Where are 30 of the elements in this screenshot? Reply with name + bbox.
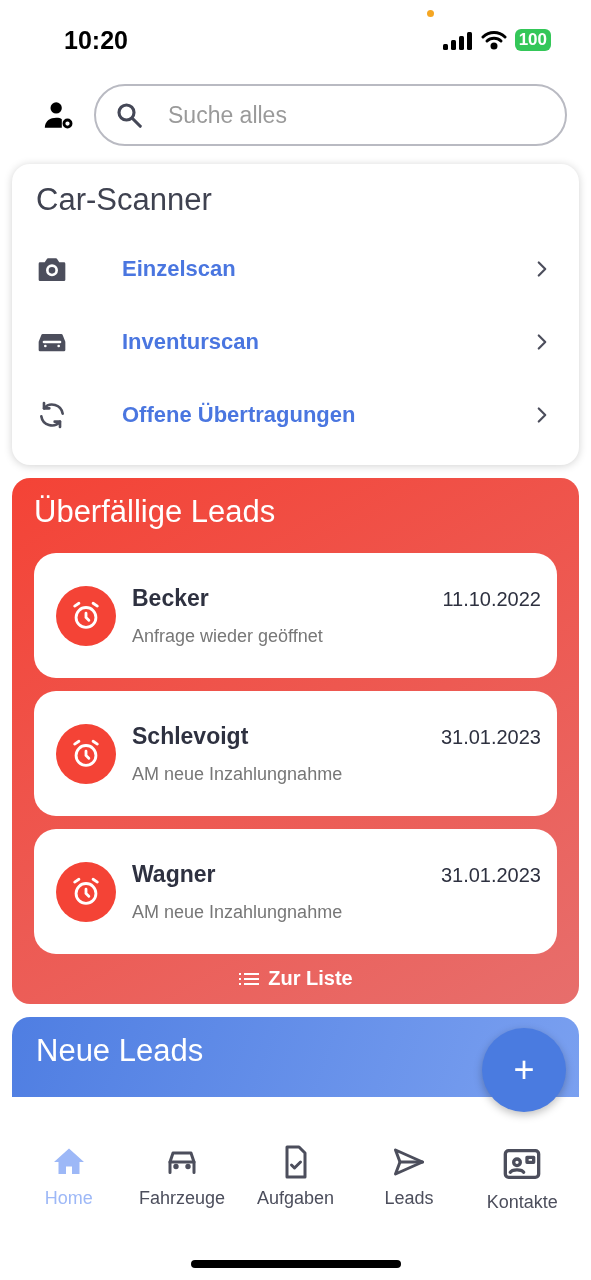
card-title: Überfällige Leads — [34, 494, 277, 530]
lead-card[interactable]: Becker 11.10.2022 Anfrage wieder geöffnet — [34, 553, 557, 678]
lead-note: AM neue Inzahlungnahme — [132, 763, 344, 785]
battery-level: 100 — [514, 29, 551, 51]
privacy-indicator — [427, 10, 434, 17]
lead-card[interactable]: Wagner 31.01.2023 AM neue Inzahlungnahme — [34, 829, 557, 954]
lead-name: Wagner — [132, 860, 216, 888]
search-icon — [114, 100, 144, 130]
nav-tab[interactable]: Leads — [352, 1144, 466, 1209]
nav-tab[interactable]: Fahrzeuge — [125, 1144, 239, 1209]
nav-tab[interactable]: Aufgaben — [238, 1144, 353, 1209]
signal-icon — [442, 30, 473, 50]
status-time: 10:20 — [64, 25, 128, 55]
lead-card[interactable]: Schlevoigt 31.01.2023 AM neue Inzahlungnahme — [34, 691, 557, 816]
scanner-link[interactable]: Inventurscan — [122, 328, 475, 355]
card-title: Car-Scanner — [36, 182, 213, 218]
lead-note: AM neue Inzahlungnahme — [132, 901, 344, 923]
lead-note: Anfrage wieder geöffnet — [132, 625, 324, 647]
lead-name: Schlevoigt — [132, 722, 249, 750]
nav-tab[interactable]: Kontakte — [465, 1144, 580, 1213]
lead-name: Becker — [132, 584, 209, 612]
list-icon — [238, 970, 261, 987]
search-field[interactable]: Suche alles — [94, 84, 567, 146]
lead-date: 11.10.2022 — [442, 587, 541, 611]
scanner-link[interactable]: Offene Übertragungen — [122, 401, 475, 428]
card-title: Neue Leads — [36, 1033, 205, 1069]
lead-date: 31.01.2023 — [440, 863, 541, 887]
scanner-link[interactable]: Einzelscan — [122, 255, 475, 282]
wifi-icon — [480, 30, 507, 50]
lead-date: 31.01.2023 — [440, 725, 541, 749]
